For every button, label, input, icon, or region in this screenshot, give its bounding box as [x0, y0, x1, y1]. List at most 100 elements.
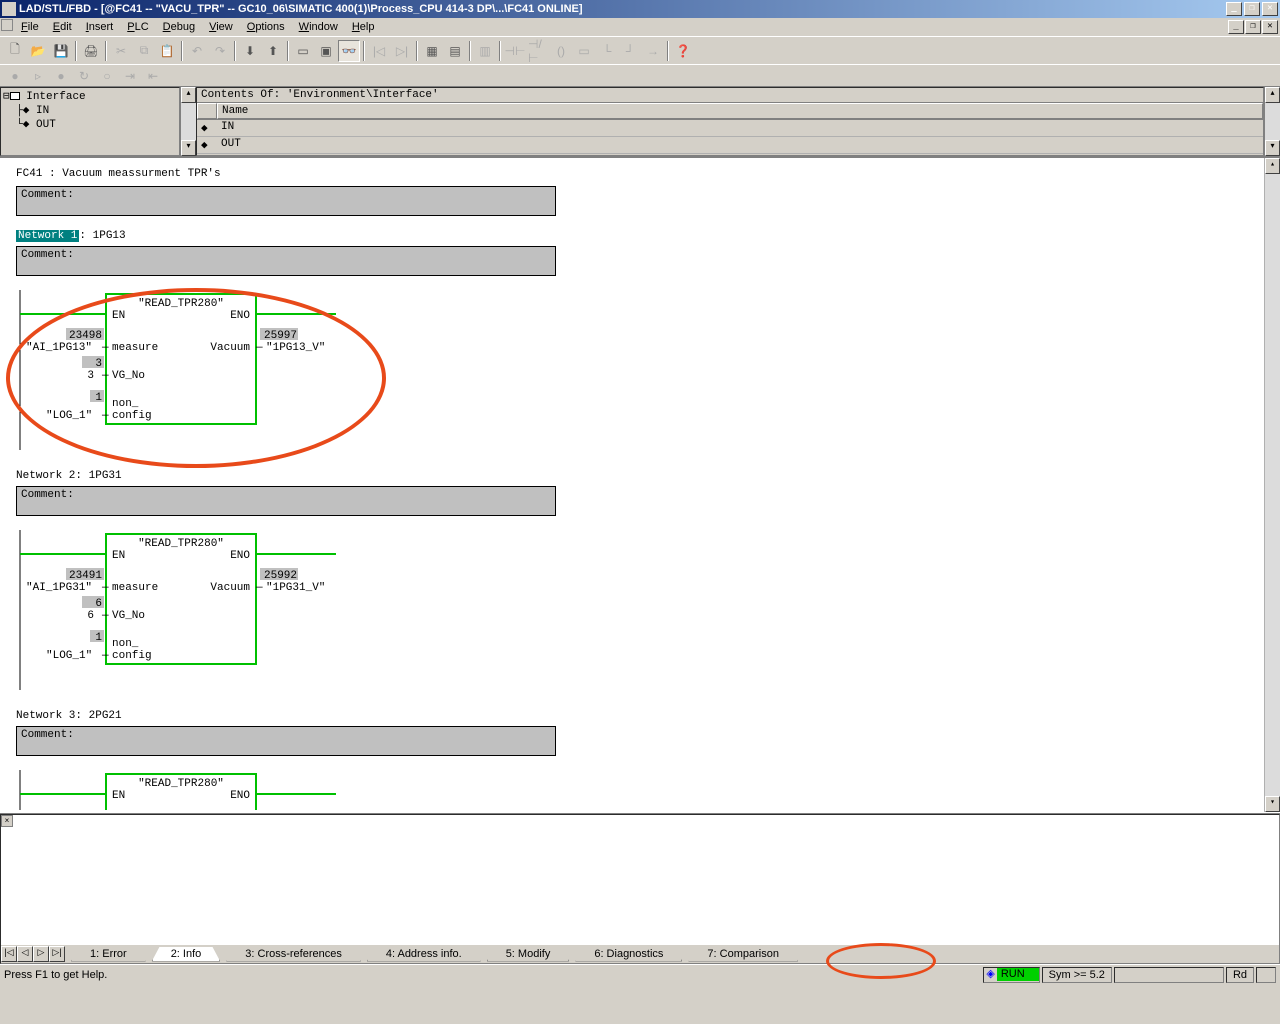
tree-root-label: Interface [26, 91, 85, 103]
paste-button[interactable]: 📋 [156, 40, 178, 62]
branch-open-button[interactable]: └ [596, 40, 618, 62]
download-button[interactable]: ⬇ [239, 40, 261, 62]
network-2-header[interactable]: Network 2: 1PG31 [16, 470, 122, 482]
cut-button[interactable]: ✂ [110, 40, 132, 62]
tb2-3[interactable]: ● [50, 65, 72, 87]
output-close-button[interactable]: × [1, 815, 13, 827]
scroll-up-icon[interactable]: ▴ [181, 87, 196, 103]
menu-insert[interactable]: Insert [79, 19, 121, 35]
scroll-up-icon[interactable]: ▴ [1265, 158, 1280, 174]
iface-col-name[interactable]: Name [217, 103, 1263, 119]
network-2-block[interactable]: "READ_TPR280" EN ENO 23491 "AI_1PG31" — … [16, 530, 556, 690]
scroll-up-icon[interactable]: ▴ [1265, 87, 1280, 103]
menu-view[interactable]: View [202, 19, 240, 35]
tab-nav-first[interactable]: |◁ [1, 946, 17, 962]
goto-end-button[interactable]: ▷| [391, 40, 413, 62]
view1-button[interactable]: ▦ [421, 40, 443, 62]
menu-file[interactable]: File [14, 19, 46, 35]
scroll-down-icon[interactable]: ▾ [181, 140, 196, 156]
symbol-button[interactable]: ▣ [315, 40, 337, 62]
open-button[interactable]: 📂 [27, 40, 49, 62]
print-button[interactable]: 🖨 [80, 40, 102, 62]
undo-button[interactable]: ↶ [186, 40, 208, 62]
menu-debug[interactable]: Debug [156, 19, 202, 35]
network-3-block[interactable]: "READ_TPR280" EN ENO [16, 770, 556, 810]
catalog-button[interactable]: ▥ [474, 40, 496, 62]
scroll-down-icon[interactable]: ▾ [1265, 796, 1280, 812]
iface-row-in[interactable]: IN [217, 120, 1263, 137]
mdi-close-button[interactable]: ✕ [1262, 20, 1278, 34]
upload-button[interactable]: ⬆ [262, 40, 284, 62]
status-rd-label: Rd [1226, 967, 1254, 983]
svg-text:non_: non_ [112, 638, 139, 650]
tree-out-label[interactable]: OUT [36, 119, 56, 131]
copy-button[interactable]: ⧉ [133, 40, 155, 62]
network-3-header[interactable]: Network 3: 2PG21 [16, 710, 122, 722]
tree-in-label[interactable]: IN [36, 105, 49, 117]
interface-tree[interactable]: ⊟ Interface ├◆ IN └◆ OUT [0, 87, 180, 156]
menu-edit[interactable]: Edit [46, 19, 79, 35]
network-2-comment[interactable]: Comment: [16, 486, 556, 516]
contact-button[interactable]: ⊣⊢ [504, 40, 526, 62]
tab-diagnostics[interactable]: 6: Diagnostics [575, 947, 682, 962]
close-button[interactable]: ✕ [1262, 2, 1278, 16]
ncontact-button[interactable]: ⊣/⊢ [527, 40, 549, 62]
coil-button[interactable]: () [550, 40, 572, 62]
tab-modify[interactable]: 5: Modify [487, 947, 570, 962]
tab-comparison[interactable]: 7: Comparison [688, 947, 798, 962]
tab-address[interactable]: 4: Address info. [367, 947, 481, 962]
tab-error[interactable]: 1: Error [71, 947, 146, 962]
network-1-comment[interactable]: Comment: [16, 246, 556, 276]
tb2-1[interactable]: ● [4, 65, 26, 87]
goto-start-button[interactable]: |◁ [368, 40, 390, 62]
tb2-2[interactable]: ▹ [27, 65, 49, 87]
svg-text:25992: 25992 [264, 570, 297, 582]
tab-nav-next[interactable]: ▷ [33, 946, 49, 962]
iface-scrollbar[interactable]: ▴ ▾ [1264, 87, 1280, 156]
titlebar: LAD/STL/FBD - [@FC41 -- "VACU_TPR" -- GC… [0, 0, 1280, 18]
svg-text:Vacuum: Vacuum [210, 582, 250, 594]
menu-window[interactable]: Window [292, 19, 345, 35]
mdi-icon[interactable] [1, 19, 13, 31]
block-button[interactable]: ▭ [292, 40, 314, 62]
monitor-button[interactable]: 👓 [338, 40, 360, 62]
status-help-text: Press F1 to get Help. [4, 969, 107, 981]
network-1-block[interactable]: "READ_TPR280" EN ENO 23498 "AI_1PG13" — … [16, 290, 556, 450]
ladder-editor[interactable]: FC41 : Vacuum meassurment TPR's Comment:… [0, 156, 1280, 812]
iface-row-out[interactable]: OUT [217, 137, 1263, 154]
network-1-header[interactable]: Network 1: 1PG13 [16, 230, 126, 242]
svg-text:—: — [101, 410, 109, 422]
tb2-4[interactable]: ↻ [73, 65, 95, 87]
help-button[interactable]: ❓ [672, 40, 694, 62]
new-button[interactable]: 🗋 [4, 40, 26, 62]
ladder-scrollbar[interactable]: ▴ ▾ [1264, 158, 1280, 812]
svg-text:—: — [101, 610, 109, 622]
svg-text:config: config [112, 650, 152, 662]
fc-comment-box[interactable]: Comment: [16, 186, 556, 216]
tab-nav-last[interactable]: ▷| [49, 946, 65, 962]
mdi-restore-button[interactable]: ❐ [1245, 20, 1261, 34]
view2-button[interactable]: ▤ [444, 40, 466, 62]
tab-info[interactable]: 2: Info [152, 947, 221, 962]
mdi-minimize-button[interactable]: _ [1228, 20, 1244, 34]
svg-text:measure: measure [112, 342, 158, 354]
maximize-button[interactable]: ❐ [1244, 2, 1260, 16]
tree-scrollbar[interactable]: ▴ ▾ [180, 87, 196, 156]
tb2-6[interactable]: ⇥ [119, 65, 141, 87]
tab-nav-prev[interactable]: ◁ [17, 946, 33, 962]
scroll-down-icon[interactable]: ▾ [1265, 140, 1280, 156]
menu-options[interactable]: Options [240, 19, 292, 35]
network-3-comment[interactable]: Comment: [16, 726, 556, 756]
tb2-5[interactable]: ○ [96, 65, 118, 87]
tab-crossref[interactable]: 3: Cross-references [226, 947, 361, 962]
save-button[interactable]: 💾 [50, 40, 72, 62]
box-button[interactable]: ▭ [573, 40, 595, 62]
redo-button[interactable]: ↷ [209, 40, 231, 62]
branch-close-button[interactable]: ┘ [619, 40, 641, 62]
minimize-button[interactable]: _ [1226, 2, 1242, 16]
tb2-7[interactable]: ⇤ [142, 65, 164, 87]
menu-plc[interactable]: PLC [120, 19, 155, 35]
menu-help[interactable]: Help [345, 19, 382, 35]
svg-text:"LOG_1": "LOG_1" [46, 410, 92, 422]
conn-button[interactable]: → [642, 40, 664, 62]
